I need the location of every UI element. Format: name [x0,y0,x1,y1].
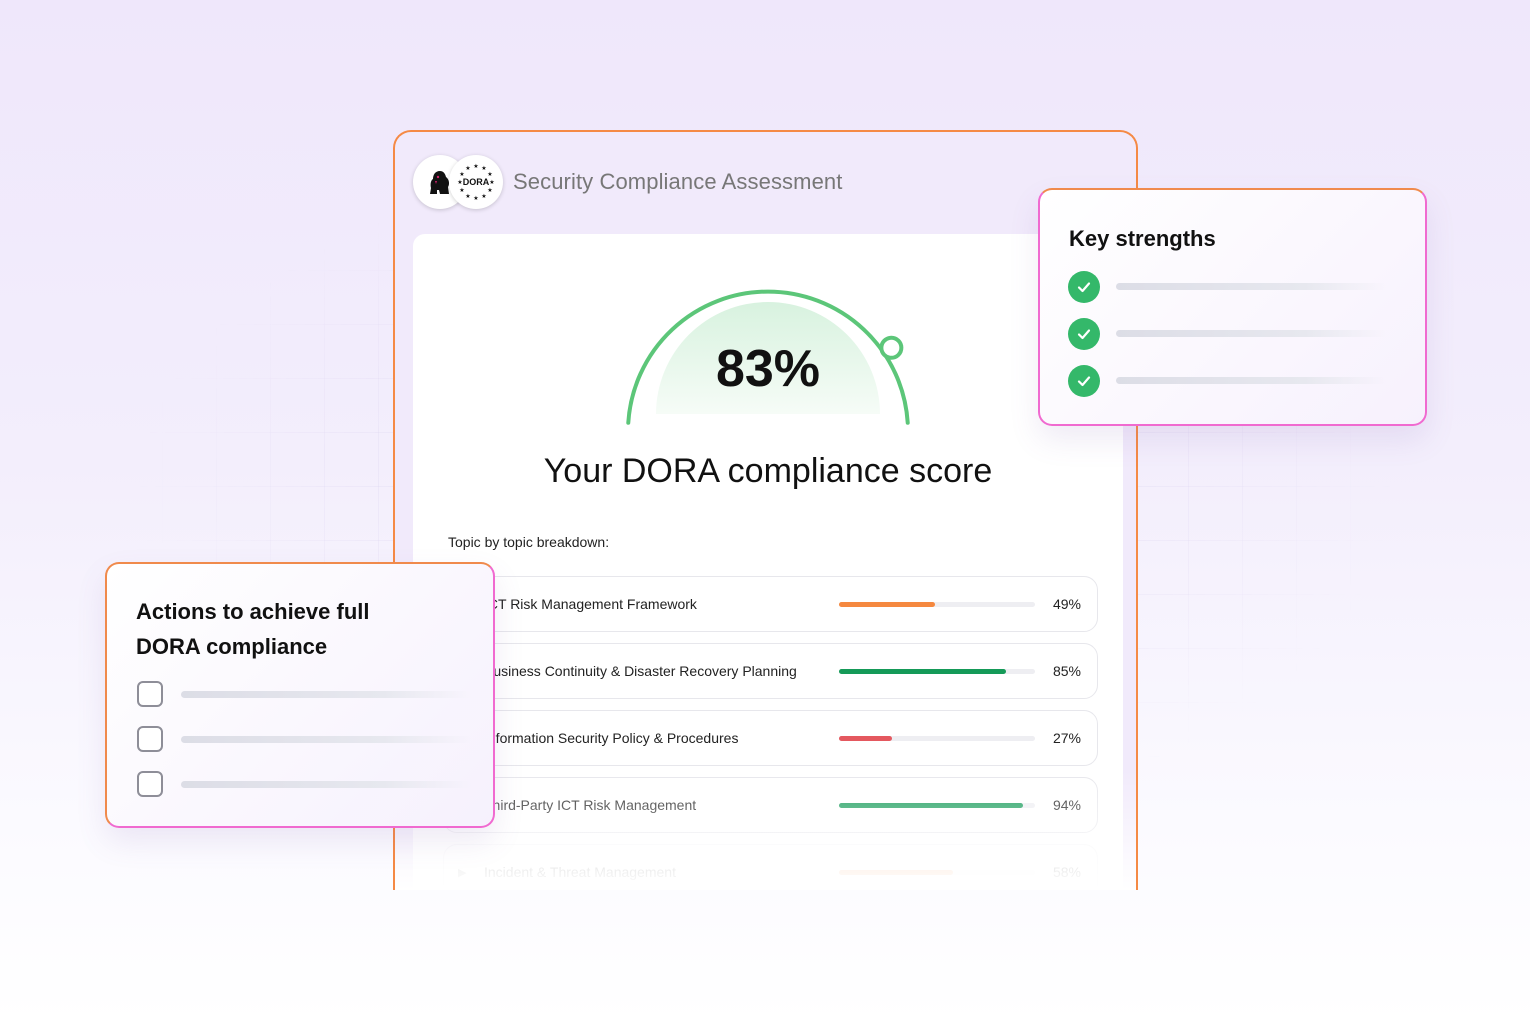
topic-percent: 58% [1052,864,1081,880]
score-subtitle: Your DORA compliance score [543,452,993,490]
dora-logo-text: DORA [462,177,490,187]
progress-fill [839,803,1024,808]
key-strengths-card: Key strengths [1038,188,1427,426]
progress-fill [839,736,892,741]
svg-text:★: ★ [481,165,486,172]
check-icon [1068,271,1100,303]
progress-track [839,669,1035,674]
topic-percent: 27% [1052,730,1081,746]
action-placeholder-line [181,736,471,743]
breakdown-label: Topic by topic breakdown: [448,534,610,550]
topic-row[interactable]: ▶ ICT Risk Management Framework 49% [443,576,1098,632]
progress-fill [839,602,936,607]
strength-placeholder-line [1116,330,1386,337]
topic-percent: 49% [1052,596,1081,612]
key-strengths-title: Key strengths [1069,226,1216,251]
topic-label: Business Continuity & Disaster Recovery … [484,663,797,679]
page-title: Security Compliance Assessment [513,169,843,194]
topic-row[interactable]: ▶ Third-Party ICT Risk Management 94% [443,777,1098,833]
actions-card: Actions to achieve full DORA compliance [105,562,495,828]
strength-placeholder-line [1116,377,1386,384]
svg-text:★: ★ [459,187,464,194]
expand-arrow-icon[interactable]: ▶ [458,866,466,879]
topic-label: Information Security Policy & Procedures [484,730,739,746]
topic-percent: 85% [1052,663,1081,679]
card-header: ★ ★ ★ ★ ★ ★ ★ ★ ★ ★ ★ ★ DORA Security Co… [413,152,842,212]
score-value: 83% [715,340,821,398]
action-placeholder-line [181,781,471,788]
assessment-card: ★ ★ ★ ★ ★ ★ ★ ★ ★ ★ ★ ★ DORA Security Co… [393,130,1138,890]
svg-text:★: ★ [481,193,486,200]
action-checkbox[interactable] [137,681,163,707]
topic-row[interactable]: ▶ Business Continuity & Disaster Recover… [443,643,1098,699]
progress-track [839,870,1035,875]
topic-label: Third-Party ICT Risk Management [484,797,697,813]
progress-fill [839,870,953,875]
svg-text:★: ★ [465,193,470,200]
progress-track [839,736,1035,741]
actions-title-line2: DORA compliance [136,634,328,659]
action-checkbox[interactable] [137,726,163,752]
strength-placeholder-line [1116,283,1386,290]
topic-label: ICT Risk Management Framework [484,596,697,612]
dora-logo-icon: ★ ★ ★ ★ ★ ★ ★ ★ ★ ★ ★ ★ DORA [449,155,503,209]
actions-title-line1: Actions to achieve full [136,599,370,624]
svg-text:★: ★ [473,195,478,202]
progress-track [839,803,1035,808]
check-icon [1068,318,1100,350]
score-panel: 83% Your DORA compliance score Topic by … [413,234,1123,890]
svg-text:★: ★ [465,165,470,172]
svg-text:★: ★ [487,187,492,194]
progress-fill [839,669,1006,674]
topic-row[interactable]: ▶ Information Security Policy & Procedur… [443,710,1098,766]
svg-text:★: ★ [473,163,478,170]
action-checkbox[interactable] [137,771,163,797]
topic-percent: 94% [1052,797,1081,813]
progress-track [839,602,1035,607]
action-placeholder-line [181,691,471,698]
check-icon [1068,365,1100,397]
topic-label: Incident & Threat Management [484,864,676,880]
topic-row[interactable]: ▶ Incident & Threat Management 58% [443,844,1098,890]
svg-text:★: ★ [489,179,494,186]
